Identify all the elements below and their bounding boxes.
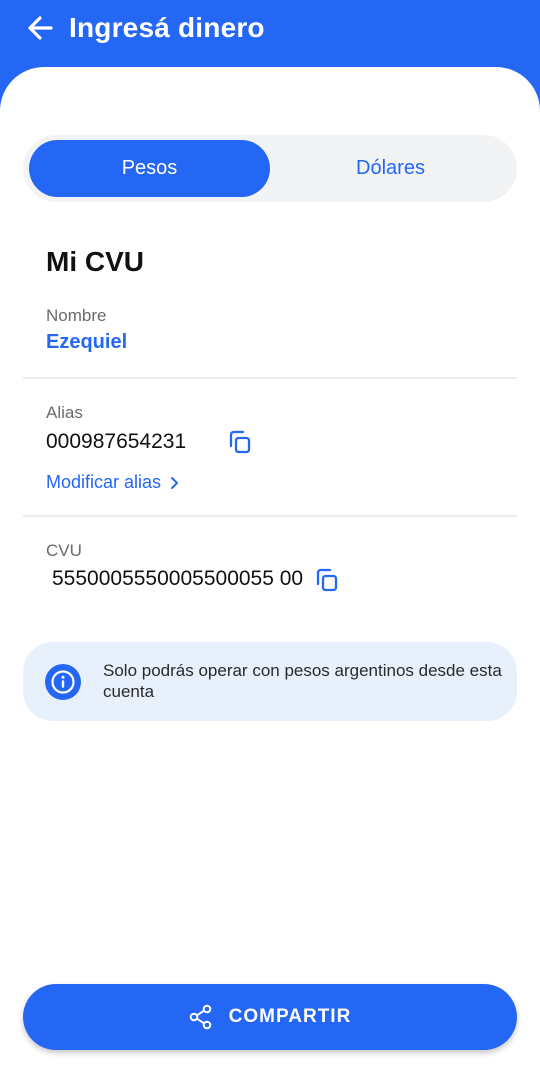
share-button[interactable]: COMPARTIR [23, 984, 517, 1050]
cvu-value: 5550005550005500055 00 [52, 567, 304, 590]
divider [23, 515, 517, 517]
page-title: Ingresá dinero [69, 12, 265, 43]
copy-cvu-button[interactable] [312, 565, 342, 595]
alias-value: 000987654231 [46, 430, 187, 453]
name-value: Ezequiel [46, 331, 128, 353]
tab-dolares[interactable]: Dólares [270, 140, 511, 197]
divider [23, 377, 517, 379]
info-text: Solo podrás operar con pesos argentinos … [103, 661, 502, 701]
share-icon [189, 1004, 211, 1030]
chevron-right-icon [171, 476, 179, 489]
modify-alias-link[interactable]: Modificar alias [46, 472, 181, 493]
section-title: Mi CVU [46, 246, 144, 277]
info-icon [45, 664, 81, 700]
tab-pesos[interactable]: Pesos [29, 140, 270, 197]
alias-label: Alias [46, 403, 83, 422]
name-label: Nombre [46, 306, 107, 325]
copy-alias-button[interactable] [225, 427, 255, 457]
copy-icon [316, 568, 338, 592]
cvu-label: CVU [46, 541, 82, 560]
copy-icon [229, 430, 251, 454]
share-button-label: COMPARTIR [228, 1006, 352, 1027]
back-button[interactable] [24, 12, 56, 44]
modify-alias-label: Modificar alias [46, 472, 162, 492]
info-banner: Solo podrás operar con pesos argentinos … [23, 642, 517, 721]
currency-toggle: Pesos Dólares [23, 135, 517, 202]
arrow-left-icon [28, 16, 53, 40]
